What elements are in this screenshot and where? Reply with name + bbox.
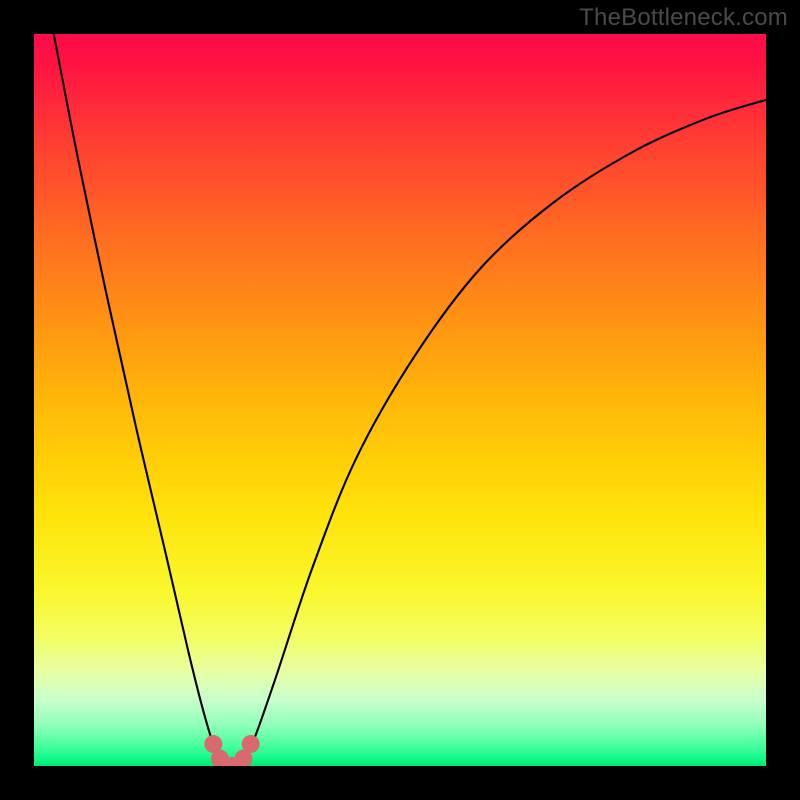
highlight-dot <box>242 735 260 753</box>
chart-svg <box>34 34 766 766</box>
bottleneck-curve <box>54 34 766 766</box>
highlight-dots-group <box>204 735 259 766</box>
plot-area <box>34 34 766 766</box>
chart-frame: TheBottleneck.com <box>0 0 800 800</box>
watermark-label: TheBottleneck.com <box>579 4 788 32</box>
